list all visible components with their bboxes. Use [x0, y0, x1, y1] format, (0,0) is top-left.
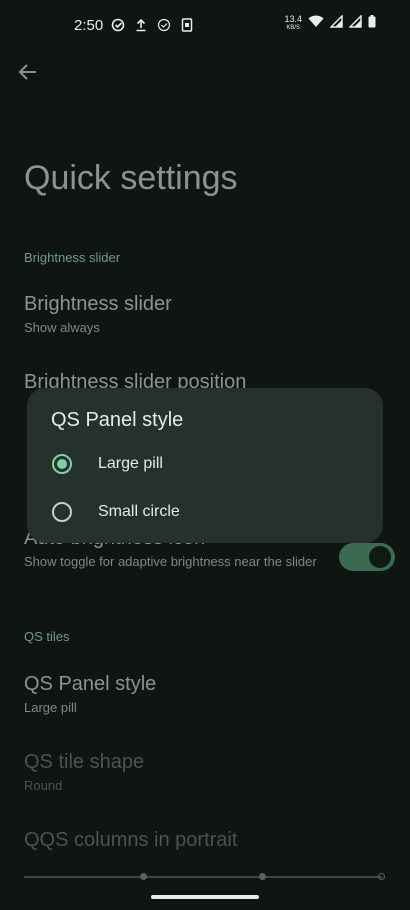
network-speed: 13.4 KB/S	[284, 14, 302, 32]
slider-tick	[259, 873, 266, 880]
battery-icon	[368, 15, 376, 33]
setting-title: QQS columns in portrait	[24, 829, 238, 851]
section-header-brightness: Brightness slider	[24, 250, 121, 265]
qs-panel-style-dialog: QS Panel style Large pill Small circle	[27, 388, 383, 543]
setting-subtitle: Large pill	[24, 700, 77, 715]
upload-icon	[133, 17, 148, 32]
gesture-nav-bar[interactable]	[151, 895, 259, 899]
option-small-circle[interactable]: Small circle	[27, 490, 383, 534]
radio-button[interactable]	[52, 502, 72, 522]
section-header-qs-tiles: QS tiles	[24, 629, 70, 644]
columns-slider-track[interactable]	[24, 876, 382, 878]
setting-subtitle: Round	[24, 778, 63, 793]
option-label: Large pill	[98, 455, 163, 472]
check-circle-outline-icon	[156, 17, 171, 32]
auto-brightness-toggle[interactable]	[339, 543, 395, 571]
wifi-icon	[308, 15, 324, 33]
setting-subtitle: Show always	[24, 320, 100, 335]
dialog-title: QS Panel style	[51, 409, 184, 431]
toggle-knob	[369, 546, 391, 568]
slider-tick	[140, 873, 147, 880]
back-arrow-icon[interactable]	[16, 60, 40, 84]
status-time: 2:50	[74, 17, 104, 34]
option-label: Small circle	[98, 503, 180, 520]
setting-title: QS Panel style	[24, 673, 157, 695]
page-title: Quick settings	[24, 159, 238, 197]
radio-button-selected[interactable]	[52, 454, 72, 474]
slider-tick	[378, 873, 385, 880]
signal-icon	[348, 14, 362, 33]
setting-subtitle: Show toggle for adaptive brightness near…	[24, 554, 317, 569]
status-bar: 2:50 13.4 KB/S	[0, 0, 410, 52]
sim-icon	[179, 17, 194, 32]
signal-icon	[329, 14, 343, 33]
check-circle-icon	[110, 17, 125, 32]
option-large-pill[interactable]: Large pill	[27, 442, 383, 486]
setting-title: QS tile shape	[24, 751, 145, 773]
setting-title: Brightness slider	[24, 293, 172, 315]
